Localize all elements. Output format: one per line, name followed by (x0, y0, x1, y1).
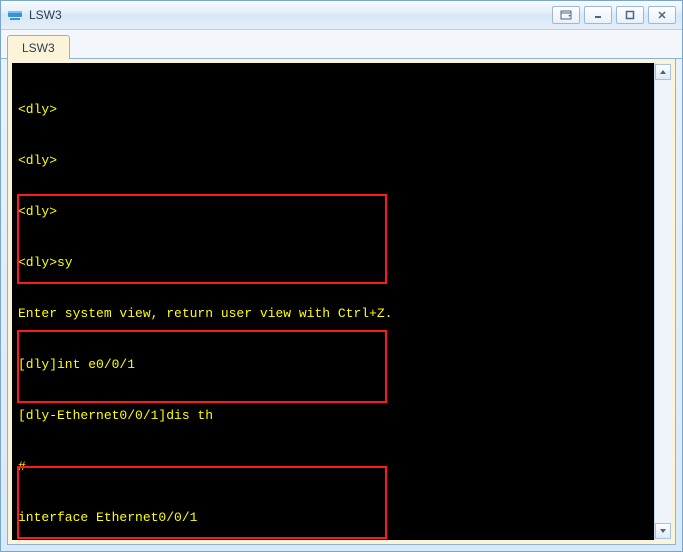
terminal-line: <dly> (18, 101, 648, 118)
terminal-line: [dly-Ethernet0/0/1]dis th (18, 407, 648, 424)
scroll-up-button[interactable] (655, 64, 671, 80)
app-window: LSW3 LSW3 (0, 0, 683, 552)
close-button[interactable] (648, 6, 676, 24)
terminal-line: <dly> (18, 152, 648, 169)
terminal-line: [dly]int e0/0/1 (18, 356, 648, 373)
scroll-track[interactable] (657, 82, 669, 521)
window-menu-button[interactable] (552, 6, 580, 24)
highlight-box-3 (17, 466, 387, 539)
tab-bar: LSW3 (1, 30, 682, 59)
terminal-line: # (18, 458, 648, 475)
minimize-button[interactable] (584, 6, 612, 24)
titlebar: LSW3 (1, 1, 682, 30)
scrollbar[interactable] (654, 63, 671, 540)
terminal-line: Enter system view, return user view with… (18, 305, 648, 322)
tab-lsw3[interactable]: LSW3 (7, 35, 70, 59)
window-buttons (552, 6, 676, 24)
terminal-line: <dly>sy (18, 254, 648, 271)
app-icon (7, 7, 23, 23)
terminal-container: <dly> <dly> <dly> <dly>sy Enter system v… (7, 59, 676, 545)
terminal[interactable]: <dly> <dly> <dly> <dly>sy Enter system v… (12, 63, 654, 540)
window-title: LSW3 (29, 8, 552, 22)
maximize-button[interactable] (616, 6, 644, 24)
terminal-line: <dly> (18, 203, 648, 220)
scroll-down-button[interactable] (655, 523, 671, 539)
terminal-line: interface Ethernet0/0/1 (18, 509, 648, 526)
